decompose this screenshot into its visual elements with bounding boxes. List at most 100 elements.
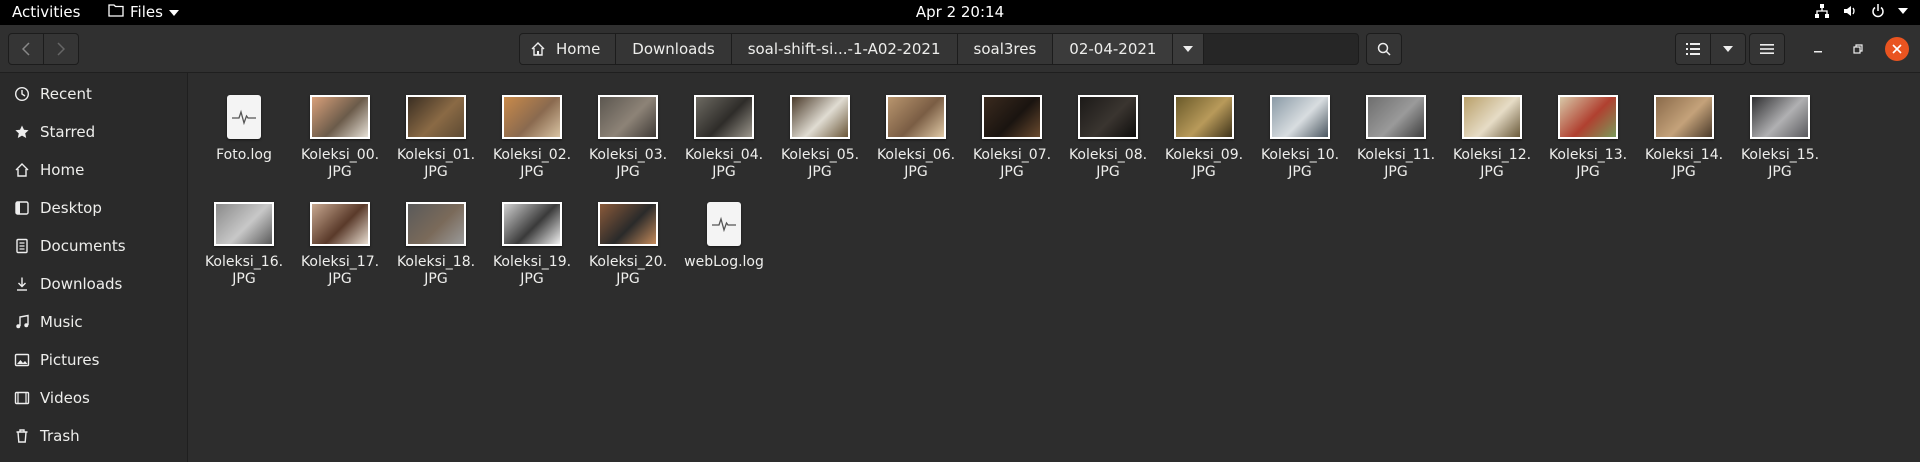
sidebar-item-label: Downloads: [40, 275, 123, 293]
network-icon[interactable]: [1814, 3, 1830, 19]
breadcrumb-current-folder[interactable]: 02-04-2021: [1053, 34, 1174, 64]
file-icon-container: [227, 91, 261, 143]
file-item[interactable]: Koleksi_06. JPG: [868, 91, 964, 198]
file-name: Koleksi_20. JPG: [588, 254, 668, 287]
sidebar-item-recent[interactable]: Recent: [0, 75, 187, 113]
file-icon-container: [214, 198, 274, 250]
file-name: Koleksi_08. JPG: [1068, 147, 1148, 180]
system-tray[interactable]: [1814, 3, 1908, 19]
breadcrumb-home[interactable]: Home: [520, 34, 617, 64]
main-menu-button[interactable]: [1749, 33, 1785, 65]
file-item[interactable]: Koleksi_15. JPG: [1732, 91, 1828, 198]
forward-button[interactable]: [44, 33, 79, 65]
file-item[interactable]: Koleksi_09. JPG: [1156, 91, 1252, 198]
file-item[interactable]: Foto.log: [196, 91, 292, 198]
sidebar-item-label: Music: [40, 313, 83, 331]
path-bar: Home Downloads soal-shift-si...-1-A02-20…: [519, 33, 1359, 65]
image-thumbnail: [694, 95, 754, 139]
file-icon-container: [886, 91, 946, 143]
picture-icon: [14, 353, 30, 367]
file-item[interactable]: Koleksi_17. JPG: [292, 198, 388, 305]
file-name: Koleksi_00. JPG: [300, 147, 380, 180]
file-item[interactable]: Koleksi_00. JPG: [292, 91, 388, 198]
sidebar-item-pictures[interactable]: Pictures: [0, 341, 187, 379]
list-view-button[interactable]: [1675, 33, 1711, 65]
breadcrumb-label: 02-04-2021: [1069, 40, 1157, 58]
image-thumbnail: [1654, 95, 1714, 139]
sidebar-item-desktop[interactable]: Desktop: [0, 189, 187, 227]
breadcrumb-soal-shift[interactable]: soal-shift-si...-1-A02-2021: [731, 34, 958, 64]
minimize-button[interactable]: [1806, 37, 1830, 61]
file-item[interactable]: Koleksi_02. JPG: [484, 91, 580, 198]
file-item[interactable]: Koleksi_12. JPG: [1444, 91, 1540, 198]
file-name: Koleksi_07. JPG: [972, 147, 1052, 180]
breadcrumb-downloads[interactable]: Downloads: [616, 34, 732, 64]
activities-button[interactable]: Activities: [12, 3, 80, 21]
sidebar-item-documents[interactable]: Documents: [0, 227, 187, 265]
image-thumbnail: [1558, 95, 1618, 139]
close-button[interactable]: [1885, 37, 1909, 61]
sidebar-item-label: Videos: [40, 389, 90, 407]
volume-icon[interactable]: [1842, 3, 1858, 19]
breadcrumb-soal3res[interactable]: soal3res: [957, 34, 1054, 64]
clock-label[interactable]: Apr 2 20:14: [916, 3, 1004, 21]
close-icon: [1892, 44, 1902, 54]
back-button[interactable]: [8, 33, 44, 65]
log-file-icon: [227, 95, 261, 139]
minimize-icon: [1814, 51, 1822, 53]
file-icon-container: [1078, 91, 1138, 143]
image-thumbnail: [310, 95, 370, 139]
sidebar-item-home[interactable]: Home: [0, 151, 187, 189]
file-name: Koleksi_16. JPG: [204, 254, 284, 287]
file-view[interactable]: Foto.log Koleksi_00. JPG Koleksi_01. JPG…: [188, 73, 1920, 462]
file-item[interactable]: Koleksi_03. JPG: [580, 91, 676, 198]
sidebar-item-videos[interactable]: Videos: [0, 379, 187, 417]
maximize-button[interactable]: [1846, 37, 1870, 61]
sidebar-item-label: Pictures: [40, 351, 100, 369]
power-icon[interactable]: [1870, 3, 1886, 19]
file-icon-container: [707, 198, 741, 250]
log-file-icon: [707, 202, 741, 246]
file-item[interactable]: Koleksi_20. JPG: [580, 198, 676, 305]
file-icon-container: [406, 198, 466, 250]
sidebar-item-trash[interactable]: Trash: [0, 417, 187, 455]
file-item[interactable]: Koleksi_04. JPG: [676, 91, 772, 198]
file-name: webLog.log: [684, 254, 764, 270]
folder-menu-button[interactable]: [1173, 34, 1205, 64]
file-name: Koleksi_01. JPG: [396, 147, 476, 180]
header-bar: Home Downloads soal-shift-si...-1-A02-20…: [0, 25, 1920, 73]
app-menu[interactable]: Files: [108, 3, 179, 21]
file-name: Koleksi_18. JPG: [396, 254, 476, 287]
sidebar-item-label: Recent: [40, 85, 92, 103]
sidebar-item-label: Trash: [40, 427, 80, 445]
image-thumbnail: [1078, 95, 1138, 139]
image-thumbnail: [1174, 95, 1234, 139]
file-name: Koleksi_19. JPG: [492, 254, 572, 287]
file-item[interactable]: webLog.log: [676, 198, 772, 305]
file-icon-container: [790, 91, 850, 143]
file-item[interactable]: Koleksi_14. JPG: [1636, 91, 1732, 198]
file-item[interactable]: Koleksi_05. JPG: [772, 91, 868, 198]
hamburger-menu-icon: [1760, 44, 1774, 54]
file-item[interactable]: Koleksi_18. JPG: [388, 198, 484, 305]
file-icon-container: [1366, 91, 1426, 143]
sidebar-item-music[interactable]: Music: [0, 303, 187, 341]
file-name: Koleksi_17. JPG: [300, 254, 380, 287]
file-item[interactable]: Koleksi_01. JPG: [388, 91, 484, 198]
sidebar-item-downloads[interactable]: Downloads: [0, 265, 187, 303]
file-item[interactable]: Koleksi_11. JPG: [1348, 91, 1444, 198]
sidebar-item-label: Home: [40, 161, 85, 179]
file-item[interactable]: Koleksi_16. JPG: [196, 198, 292, 305]
sidebar-item-starred[interactable]: Starred: [0, 113, 187, 151]
file-icon-container: [598, 198, 658, 250]
view-options-button[interactable]: [1711, 33, 1746, 65]
file-item[interactable]: Koleksi_13. JPG: [1540, 91, 1636, 198]
image-thumbnail: [214, 202, 274, 246]
file-name: Koleksi_11. JPG: [1356, 147, 1436, 180]
file-item[interactable]: Koleksi_08. JPG: [1060, 91, 1156, 198]
search-button[interactable]: [1366, 33, 1402, 65]
chevron-down-icon[interactable]: [1898, 7, 1908, 15]
file-item[interactable]: Koleksi_19. JPG: [484, 198, 580, 305]
file-item[interactable]: Koleksi_10. JPG: [1252, 91, 1348, 198]
file-item[interactable]: Koleksi_07. JPG: [964, 91, 1060, 198]
